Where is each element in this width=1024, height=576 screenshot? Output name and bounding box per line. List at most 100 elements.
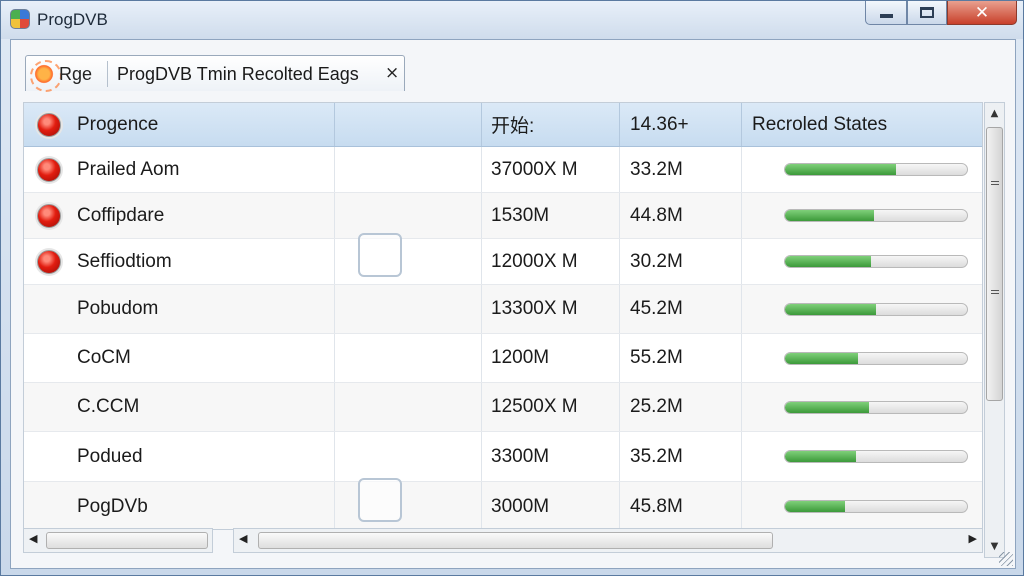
cell-name: Seffiodtiom: [24, 239, 335, 284]
cell-blank: [335, 285, 482, 333]
size-value: 13300X M: [491, 298, 578, 319]
cell-size: 3300M: [482, 432, 620, 481]
vertical-scrollbar[interactable]: ▲ ▼: [984, 102, 1005, 558]
cell-size: 13300X M: [482, 285, 620, 333]
table-row[interactable]: Seffiodtiom 12000X M 30.2M: [24, 239, 982, 285]
progress-fill: [785, 401, 869, 413]
cell-state: [742, 334, 982, 382]
table-row[interactable]: Prailed Aom 37000X M 33.2M: [24, 147, 982, 193]
progress-fill: [785, 352, 858, 364]
cell-name: Pobudom: [24, 285, 335, 333]
tab-close-icon[interactable]: ×: [385, 63, 399, 83]
cell-size: 1200M: [482, 334, 620, 382]
horizontal-scroll-thumb[interactable]: [258, 532, 773, 549]
column-header-start[interactable]: 开始:: [482, 103, 620, 146]
column-header-label: 14.36+: [630, 113, 689, 135]
checkbox[interactable]: [358, 478, 402, 522]
cell-state: [742, 147, 982, 192]
vertical-scroll-thumb[interactable]: [986, 127, 1003, 401]
horizontal-scrollbar-main[interactable]: ◀ ▶: [233, 528, 983, 553]
progress-bar: [784, 163, 968, 176]
channel-name: CoCM: [77, 347, 131, 368]
cell-rate: 45.8M: [620, 482, 742, 529]
rate-value: 45.2M: [630, 298, 683, 319]
channel-name: Podued: [77, 445, 143, 467]
table-row[interactable]: Pobudom 13300X M 45.2M: [24, 285, 982, 334]
cell-blank: [335, 432, 482, 481]
minimize-button[interactable]: [865, 1, 907, 25]
checkbox[interactable]: [358, 233, 402, 277]
cell-state: [742, 193, 982, 238]
scroll-left-icon[interactable]: ◀: [239, 532, 247, 545]
progress-bar: [784, 450, 968, 463]
column-header-states[interactable]: Recroled States: [742, 103, 982, 146]
column-header-label: 开始:: [491, 116, 535, 137]
rate-value: 25.2M: [630, 396, 683, 417]
tab-recolted-eags[interactable]: Rge ProgDVB Tmin Recolted Eags ×: [25, 55, 405, 92]
cell-name: Prailed Aom: [24, 147, 335, 192]
column-header-rate[interactable]: 14.36+: [620, 103, 742, 146]
scroll-right-icon[interactable]: ▶: [969, 532, 977, 545]
cell-rate: 25.2M: [620, 383, 742, 431]
horizontal-scroll-thumb[interactable]: [46, 532, 208, 549]
status-dot-icon: [37, 112, 61, 137]
progress-bar: [784, 351, 968, 365]
horizontal-scrollbar-left[interactable]: ◀: [23, 528, 213, 553]
grip-icon: [991, 181, 999, 185]
cell-blank: [335, 147, 482, 192]
rate-value: 44.8M: [630, 204, 683, 226]
table-row[interactable]: PogDVb 3000M 45.8M: [24, 482, 982, 529]
tab-divider: [107, 61, 108, 87]
red-dot-icon: [37, 157, 61, 182]
scroll-left-icon[interactable]: ◀: [29, 532, 37, 545]
column-header-label: Progence: [77, 113, 159, 135]
tab-label: ProgDVB Tmin Recolted Eags: [117, 64, 359, 84]
channel-grid: Progence 开始: 14.36+ Recroled States Prai…: [23, 102, 983, 530]
cell-size: 1530M: [482, 193, 620, 238]
cell-blank: [335, 383, 482, 431]
cell-name: Podued: [24, 432, 335, 481]
size-value: 1200M: [491, 347, 550, 368]
progress-bar: [784, 400, 968, 414]
progress-fill: [785, 164, 897, 175]
column-header-blank[interactable]: [335, 103, 482, 146]
channel-name: C.CCM: [77, 396, 140, 417]
cell-rate: 45.2M: [620, 285, 742, 333]
close-button[interactable]: ✕: [947, 1, 1017, 25]
resize-grip-icon[interactable]: [999, 552, 1013, 566]
sun-icon: [30, 60, 62, 92]
minimize-icon: [879, 13, 893, 18]
progress-fill: [785, 210, 875, 221]
channel-name: Pobudom: [77, 298, 159, 319]
cell-rate: 44.8M: [620, 193, 742, 238]
maximize-icon: [920, 7, 934, 18]
table-row[interactable]: Coffipdare 1530M 44.8M: [24, 193, 982, 239]
size-value: 3000M: [491, 495, 550, 517]
rate-value: 30.2M: [630, 250, 683, 272]
cell-size: 12500X M: [482, 383, 620, 431]
progress-bar: [784, 209, 968, 222]
cell-name: PogDVb: [24, 482, 335, 529]
red-dot-icon: [37, 249, 61, 274]
cell-size: 37000X M: [482, 147, 620, 192]
progress-bar: [784, 302, 968, 316]
title-bar[interactable]: ProgDVB ✕: [1, 1, 1023, 39]
scroll-up-icon[interactable]: ▲: [985, 105, 1004, 122]
cell-rate: 33.2M: [620, 147, 742, 192]
cell-state: [742, 482, 982, 529]
maximize-button[interactable]: [907, 1, 947, 25]
table-row[interactable]: Podued 3300M 35.2M: [24, 432, 982, 482]
cell-name: CoCM: [24, 334, 335, 382]
cell-state: [742, 383, 982, 431]
cell-name: C.CCM: [24, 383, 335, 431]
rate-value: 45.8M: [630, 495, 683, 517]
cell-blank: [335, 334, 482, 382]
table-row[interactable]: CoCM 1200M 55.2M: [24, 334, 982, 383]
progress-fill: [785, 501, 846, 512]
table-row[interactable]: C.CCM 12500X M 25.2M: [24, 383, 982, 432]
grip-icon: [991, 290, 999, 294]
cell-blank: [335, 193, 482, 238]
progress-fill: [785, 451, 856, 462]
column-header-progence[interactable]: Progence: [24, 103, 335, 146]
window-title: ProgDVB: [37, 10, 108, 29]
